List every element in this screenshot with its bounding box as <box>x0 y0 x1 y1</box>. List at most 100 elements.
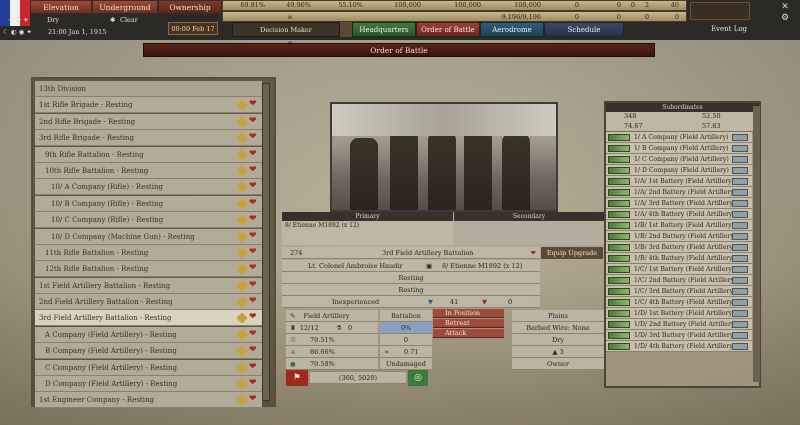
edit-icon[interactable] <box>236 181 248 194</box>
equip-upgrade-button[interactable]: Equip Upgrade <box>541 247 603 259</box>
edit-icon[interactable] <box>236 394 248 407</box>
heart-icon[interactable]: ❤ <box>249 362 258 372</box>
nav-schedule[interactable]: Schedule <box>544 22 624 37</box>
unit-tree-item[interactable]: 2nd Rifle Brigade - Resting ❤ <box>35 113 262 130</box>
subordinate-item[interactable]: 1/ A Company (Field Artillery) <box>606 132 752 143</box>
clock-display[interactable]: 00:00 Feb 17 <box>168 22 218 35</box>
edit-icon[interactable] <box>236 296 248 308</box>
heart-icon[interactable]: ❤ <box>531 247 536 259</box>
nav-aerodrome[interactable]: Aerodrome <box>480 22 544 37</box>
subordinate-item[interactable]: 1/ D Company (Field Artillery) <box>606 165 752 176</box>
subordinate-item[interactable]: 1/C/ 3rd Battery (Field Artillery) <box>606 286 752 297</box>
subordinate-item[interactable]: 1/D/ 3rd Battery (Field Artillery) <box>606 330 752 341</box>
heart-icon[interactable]: ❤ <box>249 395 258 404</box>
heart-icon[interactable]: ❤ <box>249 297 258 306</box>
pencil-icon[interactable]: ✎ <box>286 312 295 320</box>
unit-tree-item[interactable]: 1st Rifle Brigade - Resting ❤ <box>35 97 262 114</box>
unit-tree-item[interactable]: 10th Rifle Battalion - Resting ❤ <box>35 162 262 179</box>
heart-icon[interactable]: ❤ <box>249 149 258 159</box>
heart-icon[interactable]: ❤ <box>249 379 258 388</box>
heart-icon[interactable]: ❤ <box>249 165 258 175</box>
tab-underground[interactable]: Underground <box>92 0 158 14</box>
disband-button[interactable]: ⚑ <box>286 370 308 386</box>
subordinate-item[interactable]: 1/C/ 2nd Battery (Field Artillery) <box>606 275 752 286</box>
heart-icon[interactable]: ❤ <box>249 329 258 339</box>
unit-tree-item[interactable]: D Company (Field Artillery) - Resting ❤ <box>35 376 262 393</box>
subordinate-item[interactable]: 1/D/ 4th Battery (Field Artillery) <box>606 341 752 352</box>
secondary-weapon-slot[interactable] <box>454 221 604 245</box>
unit-tree-item[interactable]: 3rd Field Artillery Battalion - Resting ❤ <box>35 310 262 327</box>
heart-icon[interactable]: ❤ <box>249 215 258 224</box>
heart-icon[interactable]: ❤ <box>249 182 258 191</box>
subordinate-item[interactable]: 1/C/ 1st Battery (Field Artillery) <box>606 264 752 275</box>
unit-tree-item[interactable]: 9th Rifle Battalion - Resting ❤ <box>35 146 262 163</box>
heart-icon[interactable]: ❤ <box>249 313 258 322</box>
unit-tree-item[interactable]: 10/ A Company (Rifle) - Resting ❤ <box>35 179 262 196</box>
subordinate-item[interactable]: 1/A/ 4th Battery (Field Artillery) <box>606 209 752 220</box>
unit-tree-item[interactable]: C Company (Field Artillery) - Resting ❤ <box>35 359 262 376</box>
subordinate-item[interactable]: 1/A/ 1st Battery (Field Artillery) <box>606 176 752 187</box>
edit-icon[interactable] <box>236 345 248 357</box>
subordinate-item[interactable]: 1/A/ 3rd Battery (Field Artillery) <box>606 198 752 209</box>
locate-button[interactable]: ◎ <box>408 370 428 386</box>
heart-icon[interactable]: ❤ <box>249 100 258 109</box>
heart-icon[interactable]: ❤ <box>249 198 258 208</box>
edit-icon[interactable] <box>236 263 248 275</box>
primary-weapon-slot[interactable]: 8/ Etienne M1892 (x 12) <box>282 221 453 245</box>
heart-icon[interactable]: ❤ <box>249 280 258 290</box>
tab-ownership[interactable]: Ownership <box>158 0 222 14</box>
unit-tree-item[interactable]: 1st Engineer Company - Resting ❤ <box>35 392 262 409</box>
unit-tree-item[interactable]: 13th Division <box>35 81 262 97</box>
in-position-button[interactable]: In Position <box>433 309 504 318</box>
tab-elevation[interactable]: Elevation <box>30 0 92 14</box>
edit-icon[interactable] <box>236 230 248 243</box>
subordinate-item[interactable]: 1/B/ 4th Battery (Field Artillery) <box>606 253 752 264</box>
edit-icon[interactable] <box>236 116 248 128</box>
edit-icon[interactable] <box>236 99 248 112</box>
edit-icon[interactable] <box>236 329 248 341</box>
subordinate-item[interactable]: 1/A/ 2nd Battery (Field Artillery) <box>606 187 752 198</box>
heart-icon[interactable]: ❤ <box>249 231 258 241</box>
nav-headquarters[interactable]: Headquarters <box>352 22 416 37</box>
unit-tree-item[interactable]: B Company (Field Artillery) - Resting ❤ <box>35 343 262 360</box>
unit-tree-item[interactable]: 11th Rifle Battalion - Resting ❤ <box>35 244 262 261</box>
unit-tree-item[interactable]: 10/ B Company (Rifle) - Resting ❤ <box>35 195 262 212</box>
heart-icon[interactable]: ❤ <box>249 133 258 142</box>
event-log-button[interactable]: Event Log <box>680 22 778 37</box>
subordinate-item[interactable]: 1/D/ 1st Battery (Field Artillery) <box>606 308 752 319</box>
unit-tree-scrollbar[interactable] <box>262 83 270 401</box>
subordinates-scrollbar[interactable] <box>753 106 760 382</box>
unit-tree-item[interactable]: 10/ D Company (Machine Gun) - Resting ❤ <box>35 228 262 245</box>
heart-icon[interactable]: ❤ <box>249 116 258 126</box>
subordinate-item[interactable]: 1/C/ 4th Battery (Field Artillery) <box>606 297 752 308</box>
unit-tree-item[interactable]: 1st Field Artillery Battalion - Resting ❤ <box>35 277 262 294</box>
unit-tree-item[interactable]: 10/ C Company (Rifle) - Resting ❤ <box>35 212 262 229</box>
edit-icon[interactable] <box>236 132 248 144</box>
edit-icon[interactable] <box>236 312 248 325</box>
commander-name[interactable]: Lt. Colonel Ambroise Haudir <box>308 260 403 272</box>
edit-icon[interactable] <box>236 378 248 390</box>
subordinate-item[interactable]: 1/ C Company (Field Artillery) <box>606 154 752 165</box>
edit-icon[interactable] <box>236 361 248 374</box>
edit-icon[interactable] <box>236 198 248 210</box>
subordinate-item[interactable]: 1/D/ 2nd Battery (Field Artillery) <box>606 319 752 330</box>
heart-icon[interactable]: ❤ <box>249 264 258 273</box>
subordinate-item[interactable]: 1/ B Company (Field Artillery) <box>606 143 752 154</box>
subordinate-item[interactable]: 1/B/ 2nd Battery (Field Artillery) <box>606 231 752 242</box>
subordinate-item[interactable]: 1/B/ 1st Battery (Field Artillery) <box>606 220 752 231</box>
unit-tree-item[interactable]: A Company (Field Artillery) - Resting ❤ <box>35 326 262 343</box>
nav-order-of-battle[interactable]: Order of Battle <box>416 22 480 37</box>
retreat-button[interactable]: Retreat <box>433 319 504 328</box>
unit-tree-item[interactable]: 2nd Field Artillery Battalion - Resting ❤ <box>35 294 262 311</box>
decision-maker-button[interactable]: Decision Maker <box>232 22 340 37</box>
unit-tree-item[interactable]: 3rd Rifle Brigade - Resting ❤ <box>35 130 262 147</box>
edit-icon[interactable] <box>236 247 248 259</box>
heart-icon[interactable]: ❤ <box>249 247 258 257</box>
edit-icon[interactable] <box>236 165 248 177</box>
edit-icon[interactable] <box>236 148 248 161</box>
subordinate-item[interactable]: 1/B/ 3rd Battery (Field Artillery) <box>606 242 752 253</box>
edit-icon[interactable] <box>236 214 248 226</box>
edit-icon[interactable] <box>236 280 248 292</box>
heart-icon[interactable]: ❤ <box>249 346 258 355</box>
unit-tree-item[interactable]: 12th Rifle Battalion - Resting ❤ <box>35 261 262 278</box>
